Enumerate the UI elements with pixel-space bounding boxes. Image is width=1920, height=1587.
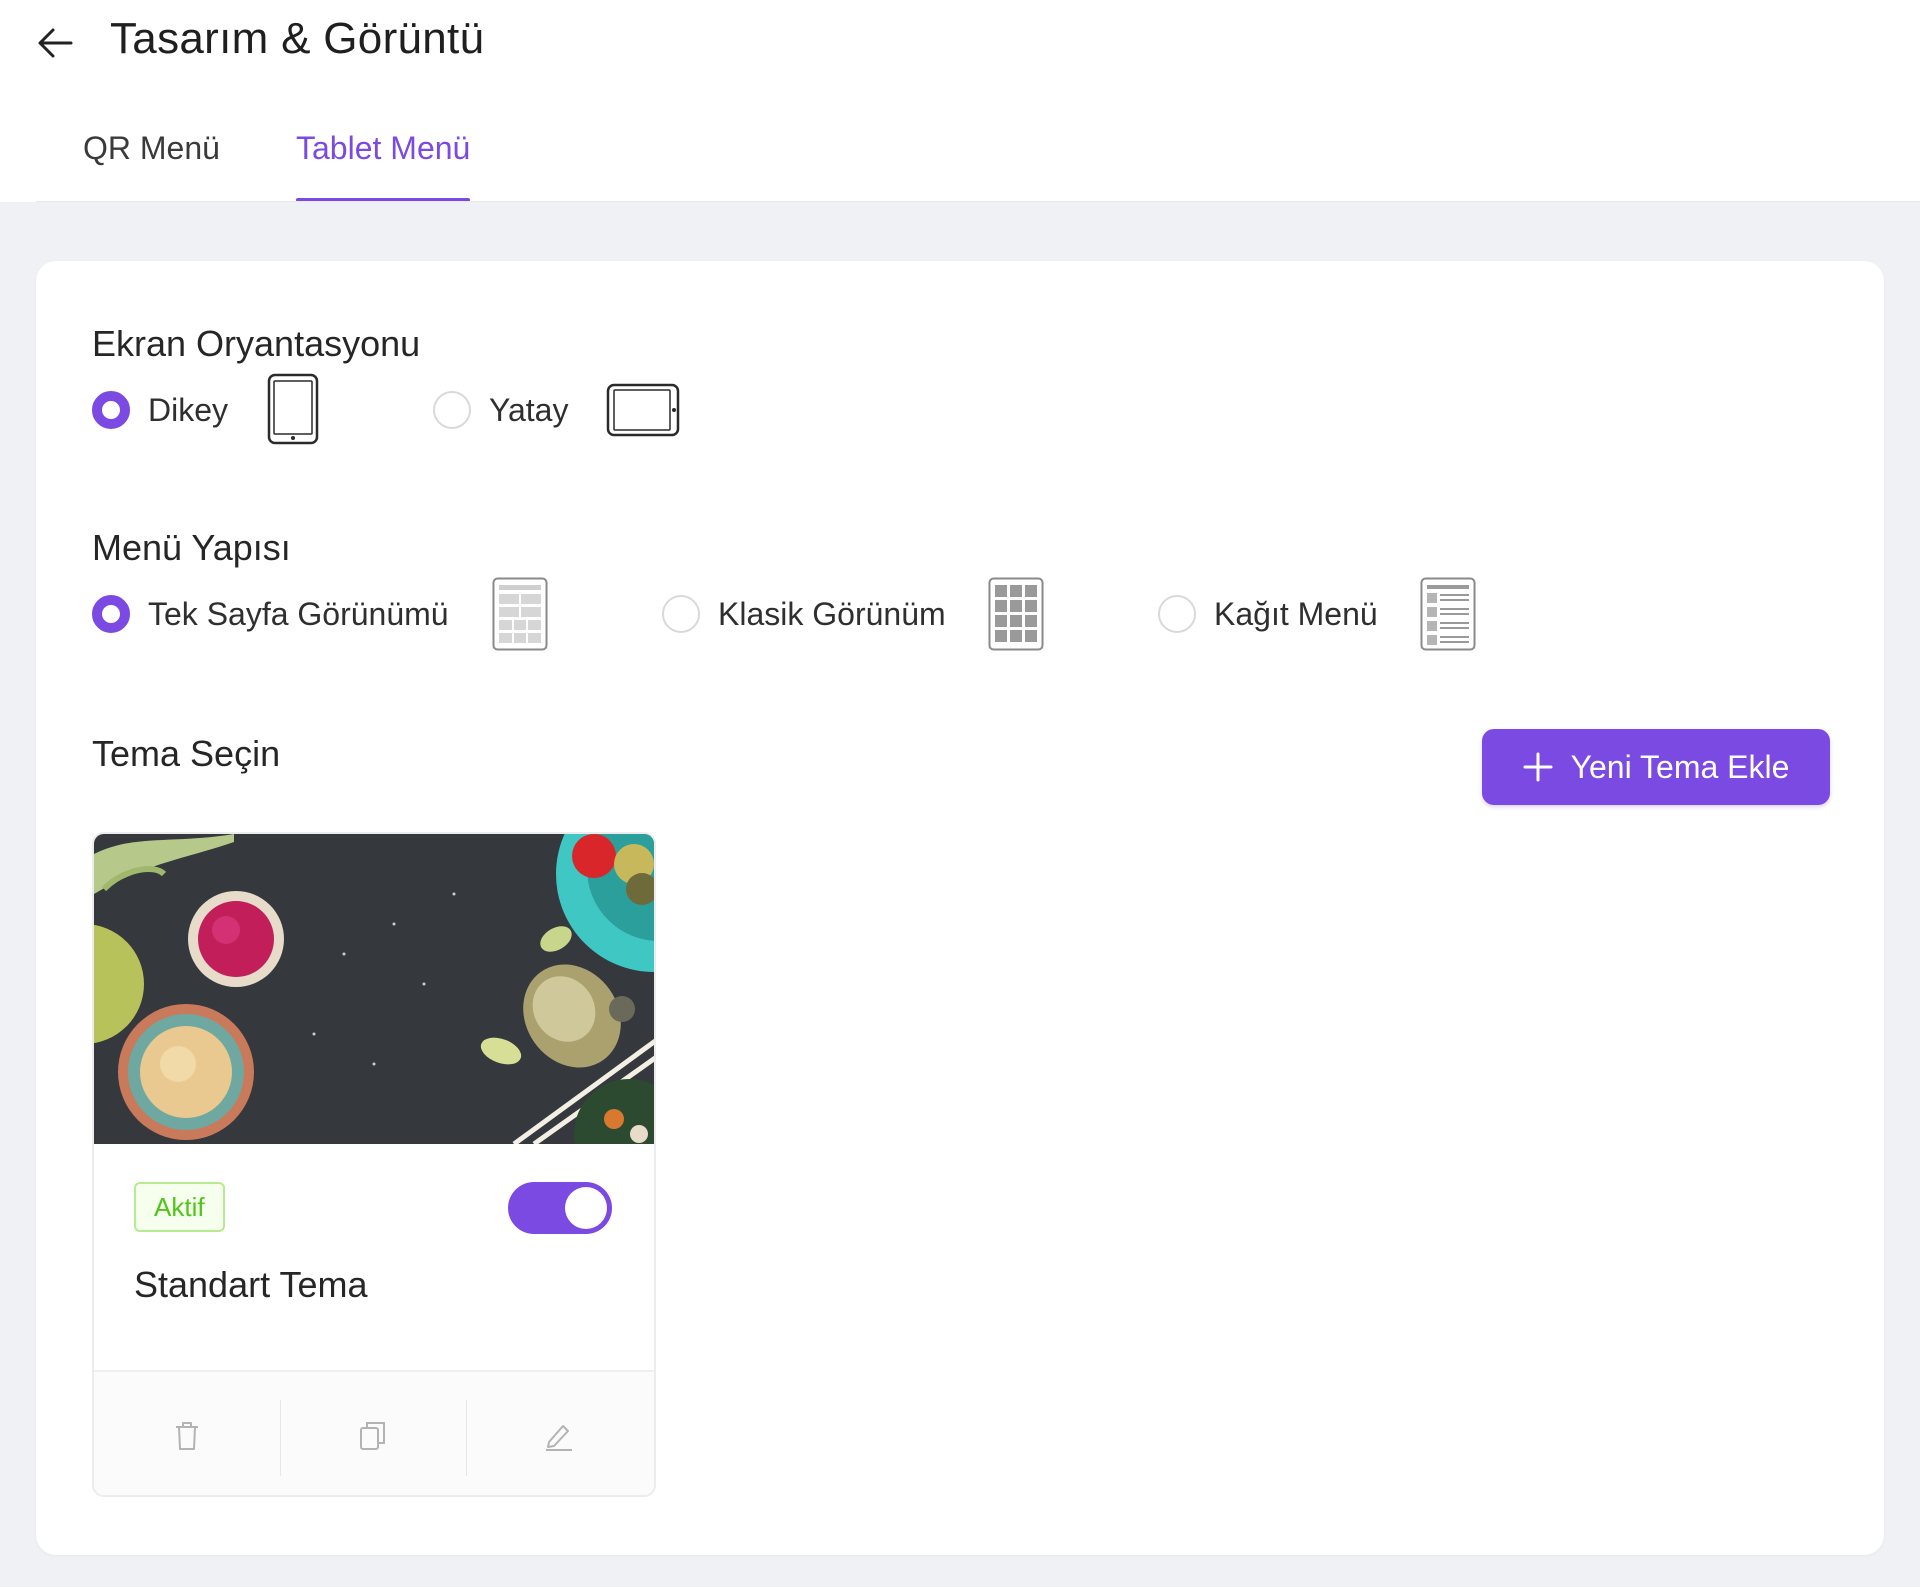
add-theme-label: Yeni Tema Ekle [1570,748,1790,785]
tab-bar: QR Menü Tablet Menü [0,118,1920,202]
edit-theme-button[interactable] [466,1372,652,1495]
classic-grid-layout-icon [988,577,1044,651]
paper-menu-layout-icon [1420,577,1476,651]
theme-section-title: Tema Seçin [92,733,281,774]
radio-label: Dikey [148,391,229,428]
settings-card: Ekran Oryantasyonu Dikey Yatay Menü Yapı… [36,261,1884,1555]
radio-label: Kağıt Menü [1214,595,1378,632]
tablet-portrait-icon [267,373,319,445]
theme-active-toggle[interactable] [508,1182,612,1234]
radio-circle[interactable] [662,595,700,633]
delete-theme-button[interactable] [94,1372,280,1495]
single-page-layout-icon [492,577,548,651]
trash-icon [176,1421,198,1450]
radio-menu-classic[interactable]: Klasik Görünüm [662,595,946,633]
tab-qr-menu[interactable]: QR Menü [83,118,220,202]
radio-menu-single-page[interactable]: Tek Sayfa Görünümü [92,595,449,633]
tab-divider [36,201,1920,202]
back-button[interactable] [30,18,80,68]
radio-orientation-portrait[interactable]: Dikey [92,391,228,429]
edit-icon [546,1424,572,1451]
radio-label: Klasik Görünüm [718,595,946,632]
radio-circle[interactable] [92,595,130,633]
plus-icon [1523,752,1553,782]
arrow-left-icon [38,28,73,58]
tab-tablet-menu[interactable]: Tablet Menü [296,118,471,202]
theme-name: Standart Tema [134,1264,368,1305]
theme-card[interactable]: Aktif Standart Tema [92,832,656,1497]
radio-label: Tek Sayfa Görünümü [148,595,449,632]
radio-orientation-landscape[interactable]: Yatay [433,391,568,429]
orientation-title: Ekran Oryantasyonu [92,323,421,364]
theme-preview-image[interactable] [94,834,656,1144]
radio-circle[interactable] [92,391,130,429]
add-theme-button[interactable]: Yeni Tema Ekle [1482,729,1830,805]
toggle-knob [565,1187,607,1229]
tablet-landscape-icon [606,383,680,437]
copy-theme-button[interactable] [280,1372,466,1495]
radio-circle[interactable] [1158,595,1196,633]
menu-structure-title: Menü Yapısı [92,527,291,568]
page-title: Tasarım & Görüntü [110,14,485,63]
copy-icon [360,1421,385,1450]
radio-label: Yatay [489,391,569,428]
radio-circle[interactable] [433,391,471,429]
radio-menu-paper[interactable]: Kağıt Menü [1158,595,1378,633]
page-header: Tasarım & Görüntü QR Menü Tablet Menü [0,0,1920,202]
status-badge: Aktif [134,1182,225,1232]
theme-actions [94,1370,654,1495]
